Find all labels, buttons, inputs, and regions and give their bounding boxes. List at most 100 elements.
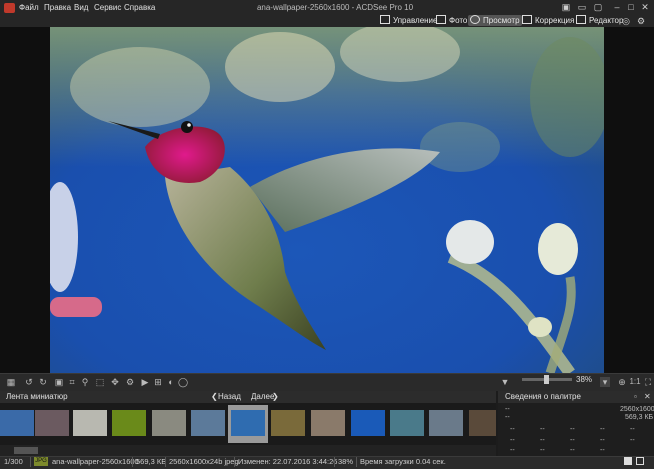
separator: [165, 457, 166, 467]
info-cell: --: [510, 437, 515, 444]
thumbnail[interactable]: [152, 410, 186, 436]
info-cell: --: [570, 426, 575, 433]
zoom-level: 38%: [576, 375, 593, 384]
file-name: ana-wallpaper-2560x1600: [52, 457, 139, 466]
info-cell: --: [510, 426, 515, 433]
fit-image-icon[interactable]: ▣: [54, 377, 64, 387]
info-cell: --: [510, 447, 515, 454]
thumbnail[interactable]: [35, 410, 69, 436]
format-badge: JPG: [34, 457, 48, 466]
filmstrip-header: [0, 391, 496, 403]
more-icon[interactable]: ◯: [178, 377, 188, 387]
mode-view[interactable]: Просмотр: [468, 15, 522, 26]
thumbnail[interactable]: [351, 410, 385, 436]
mode-edit[interactable]: Редактор: [574, 15, 625, 26]
info-cell: --: [600, 437, 605, 444]
filmstrip-title: Лента миниатюр: [6, 392, 68, 401]
info-cell: --: [600, 426, 605, 433]
hummingbird-photo: [50, 27, 604, 373]
color-wheel-icon[interactable]: ◐: [166, 377, 176, 387]
play-icon[interactable]: ▶: [140, 377, 150, 387]
monitor-icon[interactable]: ▭: [577, 2, 587, 12]
menu-view[interactable]: Вид: [74, 3, 88, 12]
dropdown-arrow-icon[interactable]: ▼: [500, 377, 510, 387]
magnifier-icon[interactable]: ⚲: [80, 377, 90, 387]
view-mode-icon[interactable]: [624, 457, 632, 465]
app-logo-icon: [4, 3, 15, 13]
grid-icon[interactable]: ⊞: [153, 377, 163, 387]
menu-help[interactable]: Справка: [124, 3, 155, 12]
chevron-left-icon[interactable]: ❮: [211, 392, 218, 401]
separator: [132, 457, 133, 467]
info-cell: --: [540, 437, 545, 444]
image-info: 2560x1600x24b jpeg: [169, 457, 239, 466]
zoom-slider-handle[interactable]: [544, 375, 549, 384]
thumbnail[interactable]: [469, 410, 496, 436]
image-dimensions: 2560x1600: [620, 406, 654, 413]
info-label: --: [505, 406, 510, 413]
thumbnail[interactable]: [73, 410, 107, 436]
info-cell: --: [570, 447, 575, 454]
panel-layout-icon[interactable]: ▣: [561, 2, 571, 12]
mode-photos[interactable]: Фото: [434, 15, 469, 26]
info-cell: --: [540, 426, 545, 433]
info-label: --: [505, 414, 510, 421]
rotate-right-icon[interactable]: ↻: [38, 377, 48, 387]
window-title: ana-wallpaper-2560x1600 - ACDSee Pro 10: [256, 3, 414, 12]
mode-develop[interactable]: Коррекция: [520, 15, 576, 26]
thumbnail[interactable]: [311, 410, 345, 436]
file-position: 1/300: [4, 457, 23, 466]
save-icon[interactable]: ▦: [6, 377, 16, 387]
mode-manage[interactable]: Управление: [378, 15, 439, 26]
actual-size-button[interactable]: 1:1: [628, 377, 642, 387]
menu-edit[interactable]: Правка: [44, 3, 71, 12]
view-mode-alt-icon[interactable]: [636, 457, 644, 465]
close-icon[interactable]: ✕: [644, 392, 651, 401]
fullscreen-icon[interactable]: ▢: [593, 2, 603, 12]
minimize-icon[interactable]: –: [612, 2, 622, 12]
dashboard-icon[interactable]: ◎: [621, 16, 631, 26]
next-button[interactable]: Далее: [251, 392, 274, 401]
edit-tools-icon: [576, 15, 586, 24]
gear-icon[interactable]: ⚙: [125, 377, 135, 387]
rotate-left-icon[interactable]: ↺: [24, 377, 34, 387]
thumbnail[interactable]: [231, 410, 265, 436]
photos-icon: [436, 15, 446, 24]
load-time: Время загрузки 0.04 сек.: [360, 457, 446, 466]
maximize-icon[interactable]: □: [626, 2, 636, 12]
file-size: 569,3 КБ: [136, 457, 167, 466]
zoom-dropdown-icon[interactable]: ▾: [600, 377, 610, 387]
separator: [30, 457, 31, 467]
thumbnail[interactable]: [0, 410, 34, 436]
pin-icon[interactable]: ▫: [634, 392, 637, 401]
scrollbar-thumb[interactable]: [14, 447, 38, 454]
eye-icon: [470, 15, 480, 24]
grid-icon: [380, 15, 390, 24]
crop-icon[interactable]: ⌗: [67, 377, 77, 387]
info-cell: --: [600, 447, 605, 454]
thumbnail[interactable]: [390, 410, 424, 436]
back-button[interactable]: Назад: [218, 392, 241, 401]
close-icon[interactable]: ✕: [640, 2, 650, 12]
thumbnail[interactable]: [429, 410, 463, 436]
select-icon[interactable]: ⬚: [95, 377, 105, 387]
info-cell: --: [630, 426, 635, 433]
develop-icon: [522, 15, 532, 24]
zoom-status: 38%: [338, 457, 354, 466]
info-cell: --: [630, 437, 635, 444]
menu-tools[interactable]: Сервис: [94, 3, 121, 12]
file-size: 569,3 КБ: [625, 414, 654, 421]
settings-icon[interactable]: ⚙: [636, 16, 646, 26]
info-palette-title: Сведения о палитре: [505, 392, 581, 401]
info-cell: --: [540, 447, 545, 454]
filmstrip-scrollbar[interactable]: [0, 445, 496, 456]
thumbnail[interactable]: [112, 410, 146, 436]
thumbnail[interactable]: [191, 410, 225, 436]
hand-tool-icon[interactable]: ✥: [110, 377, 120, 387]
zoom-icon[interactable]: ⊕: [617, 377, 627, 387]
fit-window-icon[interactable]: ⛶: [643, 377, 653, 387]
chevron-right-icon[interactable]: ❯: [272, 392, 279, 401]
thumbnail[interactable]: [271, 410, 305, 436]
menu-file[interactable]: Файл: [19, 3, 39, 12]
info-cell: --: [570, 437, 575, 444]
